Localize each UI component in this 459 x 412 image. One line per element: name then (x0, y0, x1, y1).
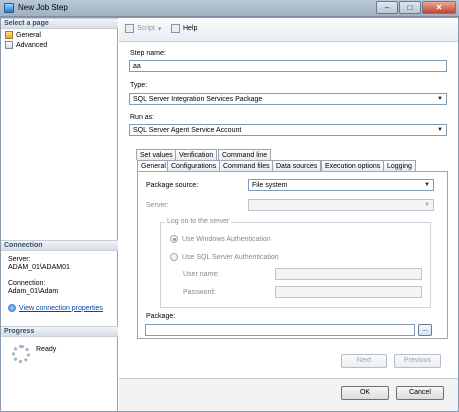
maximize-button[interactable]: □ (399, 1, 421, 14)
connection-value: Adam_01\Adam (8, 288, 59, 295)
tab-command-files[interactable]: Command files (219, 160, 274, 171)
run-as-select[interactable]: SQL Server Agent Service Account ▼ (129, 124, 447, 136)
chevron-down-icon[interactable]: ▼ (422, 181, 432, 189)
tab-set-values[interactable]: Set values (136, 149, 177, 160)
progress-header: Progress (1, 326, 118, 337)
step-name-input[interactable]: aa (129, 60, 447, 72)
password-input[interactable] (275, 286, 422, 298)
help-button[interactable]: Help (171, 24, 197, 33)
close-button[interactable]: ✕ (422, 1, 456, 14)
tab-configurations[interactable]: Configurations (167, 160, 221, 171)
chevron-down-icon[interactable]: ▼ (435, 126, 445, 134)
run-as-label: Run as: (130, 114, 155, 121)
view-connection-properties-link[interactable]: View connection properties (8, 304, 103, 312)
package-input[interactable] (145, 324, 415, 336)
title-bar: New Job Step – □ ✕ (0, 0, 459, 17)
radio-icon (170, 253, 178, 261)
server-select[interactable]: ▼ (248, 199, 434, 211)
help-label: Help (183, 25, 198, 32)
page-item-label: General (16, 31, 41, 39)
radio-selected-icon (170, 235, 178, 243)
ok-button[interactable]: OK (341, 386, 389, 400)
page-icon (5, 31, 13, 39)
windows-auth-label: Use Windows Authentication (182, 235, 271, 243)
run-as-value: SQL Server Agent Service Account (133, 127, 242, 134)
server-value: ADAM_01\ADAM01 (8, 264, 70, 271)
type-value: SQL Server Integration Services Package (133, 96, 263, 103)
type-select[interactable]: SQL Server Integration Services Package … (129, 93, 447, 105)
page-icon (5, 41, 13, 49)
progress-spinner-icon (12, 345, 30, 363)
sql-auth-label: Use SQL Server Authentication (182, 253, 279, 261)
previous-button[interactable]: Previous (394, 354, 441, 368)
windows-auth-radio[interactable]: Use Windows Authentication (170, 235, 271, 243)
tab-execution-options[interactable]: Execution options (321, 160, 385, 171)
app-icon (4, 3, 14, 13)
progress-status: Ready (36, 346, 57, 353)
page-item-label: Advanced (16, 41, 48, 49)
type-label: Type: (130, 82, 148, 89)
package-label: Package: (146, 313, 176, 320)
logon-group-title: Log on to the server (165, 218, 232, 225)
package-source-select[interactable]: File system ▼ (248, 179, 434, 191)
server-label: Server: (8, 256, 31, 263)
password-label: Password: (183, 289, 216, 296)
page-item-general[interactable]: General (5, 31, 41, 39)
sql-auth-radio[interactable]: Use SQL Server Authentication (170, 253, 279, 261)
minimize-button[interactable]: – (376, 1, 398, 14)
link-label: View connection properties (19, 304, 103, 312)
package-source-label: Package source: (146, 182, 199, 189)
step-name-label: Step name: (130, 50, 166, 57)
chevron-down-icon[interactable]: ▾ (158, 25, 162, 33)
connection-header: Connection (1, 240, 118, 251)
tab-data-sources[interactable]: Data sources (272, 160, 322, 171)
script-button[interactable]: Script ▾ (125, 24, 161, 33)
script-label: Script (137, 25, 155, 32)
next-button[interactable]: Next (341, 354, 387, 368)
cancel-button[interactable]: Cancel (396, 386, 444, 400)
select-page-header: Select a page (1, 18, 118, 29)
page-item-advanced[interactable]: Advanced (5, 41, 47, 49)
server-field-label: Server: (146, 202, 169, 209)
window-title: New Job Step (18, 3, 68, 12)
tab-logging[interactable]: Logging (383, 160, 416, 171)
tab-verification[interactable]: Verification (175, 149, 218, 160)
user-name-input[interactable] (275, 268, 422, 280)
help-icon (171, 24, 180, 33)
tab-command-line[interactable]: Command line (218, 149, 272, 160)
connection-properties-icon (8, 304, 16, 312)
chevron-down-icon[interactable]: ▼ (435, 95, 445, 103)
connection-label: Connection: (8, 280, 46, 287)
chevron-down-icon[interactable]: ▼ (422, 201, 432, 209)
browse-button[interactable]: ... (418, 324, 432, 336)
user-name-label: User name: (183, 271, 220, 278)
toolbar: Script ▾ Help (119, 18, 458, 42)
package-source-value: File system (252, 182, 288, 189)
script-icon (125, 24, 134, 33)
